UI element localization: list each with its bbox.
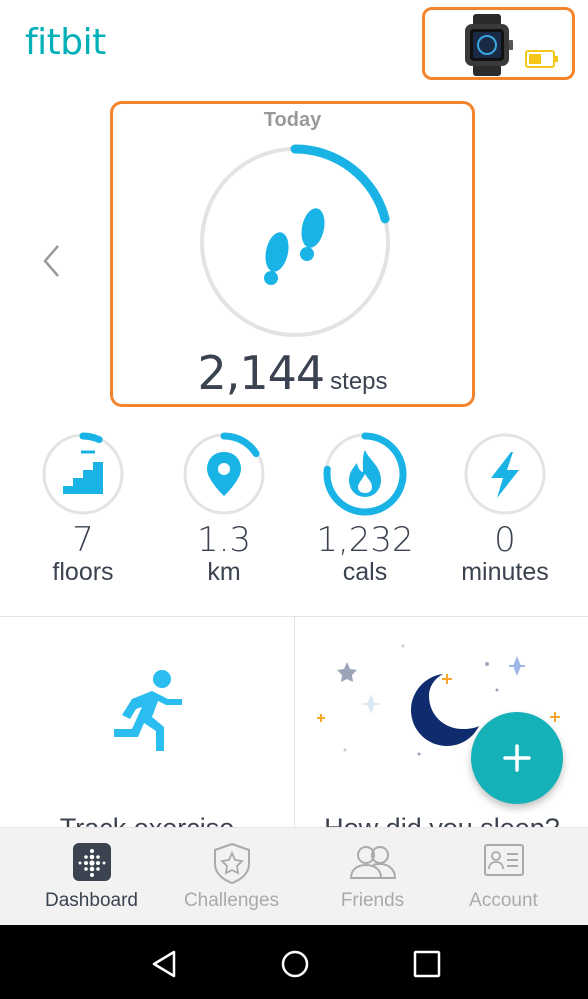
nav-account-label: Account	[469, 890, 538, 911]
stat-active-minutes[interactable]: 0 minutes	[435, 432, 575, 587]
challenges-icon	[213, 842, 250, 884]
stat-floors[interactable]: 7 floors	[13, 432, 153, 587]
track-exercise-tile[interactable]: Track exercise	[0, 617, 294, 827]
today-label: Today	[263, 109, 322, 131]
today-steps-card[interactable]: Today 2,144 steps	[110, 101, 475, 407]
steps-value: 2,144	[197, 346, 325, 400]
home-icon[interactable]	[280, 949, 310, 979]
recents-icon[interactable]	[412, 949, 442, 979]
calories-value: 1,232	[316, 520, 414, 560]
runner-icon	[114, 670, 182, 751]
lightning-icon	[491, 452, 519, 498]
nav-dashboard-label: Dashboard	[45, 890, 138, 911]
account-icon	[483, 844, 524, 876]
back-icon[interactable]	[149, 949, 179, 979]
plus-icon	[503, 744, 531, 772]
stairs-icon	[63, 450, 103, 494]
stats-row: 7 floors 1.3 km 1,232 cals 0 minutes	[0, 432, 588, 602]
floors-progress-ring	[42, 432, 124, 515]
sleep-tile-title: How did you sleep?	[295, 813, 588, 827]
footprints-icon	[264, 208, 325, 285]
steps-summary: 2,144 steps	[113, 346, 472, 400]
location-pin-icon	[207, 452, 241, 496]
dashboard-icon	[72, 843, 111, 881]
minutes-value: 0	[494, 520, 516, 560]
floors-value: 7	[72, 520, 94, 560]
friends-icon	[349, 846, 396, 879]
distance-unit: km	[207, 558, 241, 586]
calories-unit: cals	[342, 558, 388, 586]
flame-icon	[349, 450, 381, 497]
nav-friends[interactable]: Friends	[299, 828, 446, 926]
nav-challenges[interactable]: Challenges	[158, 828, 305, 926]
calories-progress-ring	[323, 432, 407, 516]
nav-friends-label: Friends	[340, 890, 405, 911]
distance-value: 1.3	[196, 520, 252, 560]
bottom-navigation: Dashboard Challenges Friends Account	[0, 827, 588, 925]
watch-icon	[465, 14, 513, 76]
add-fab-button[interactable]	[471, 712, 563, 804]
distance-progress-ring	[183, 432, 265, 515]
track-exercise-title: Track exercise	[0, 813, 294, 827]
system-nav-bar	[0, 925, 588, 999]
minutes-progress-ring	[464, 433, 546, 515]
stat-calories[interactable]: 1,232 cals	[295, 432, 435, 587]
stat-distance[interactable]: 1.3 km	[154, 432, 294, 587]
steps-progress-ring	[200, 144, 390, 337]
steps-unit: steps	[330, 368, 388, 395]
minutes-unit: minutes	[461, 558, 549, 586]
chevron-left-icon[interactable]	[40, 243, 64, 279]
floors-unit: floors	[52, 558, 114, 586]
nav-account[interactable]: Account	[430, 828, 577, 926]
battery-low-icon	[525, 50, 558, 68]
nav-challenges-label: Challenges	[183, 890, 280, 911]
fitbit-logo: fitbit	[25, 22, 106, 63]
device-status-button[interactable]	[422, 7, 575, 80]
nav-dashboard[interactable]: Dashboard	[18, 828, 165, 926]
